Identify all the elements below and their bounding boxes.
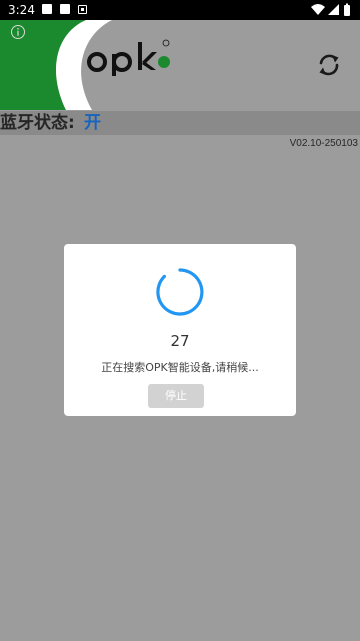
loading-spinner-icon (156, 268, 204, 316)
header-swoosh (0, 20, 112, 110)
system-icons (310, 3, 354, 17)
stop-button[interactable]: 停止 (148, 384, 204, 408)
signal-icon (328, 4, 339, 15)
searching-message: 正在搜索OPK智能设备,请稍候... (101, 361, 259, 374)
status-bar: 3:24 (0, 0, 360, 20)
refresh-icon[interactable] (316, 52, 342, 78)
countdown-value: 27 (170, 332, 190, 350)
opk-logo (87, 39, 170, 76)
status-time: 3:24 (8, 3, 35, 17)
wifi-icon (311, 4, 325, 15)
notification-icon (42, 4, 52, 14)
notification-icon (78, 5, 87, 14)
searching-dialog: 27 正在搜索OPK智能设备,请稍候... 停止 (64, 244, 296, 416)
bluetooth-status-bar: 蓝牙状态: 开 (0, 111, 360, 135)
bluetooth-status-label: 蓝牙状态: (0, 113, 75, 133)
info-icon[interactable] (10, 24, 26, 40)
notification-icon (60, 4, 70, 14)
app-header (0, 20, 360, 110)
battery-icon (344, 3, 350, 16)
version-label: V02.10-250103 (289, 138, 358, 149)
bluetooth-status-value: 开 (84, 113, 101, 133)
